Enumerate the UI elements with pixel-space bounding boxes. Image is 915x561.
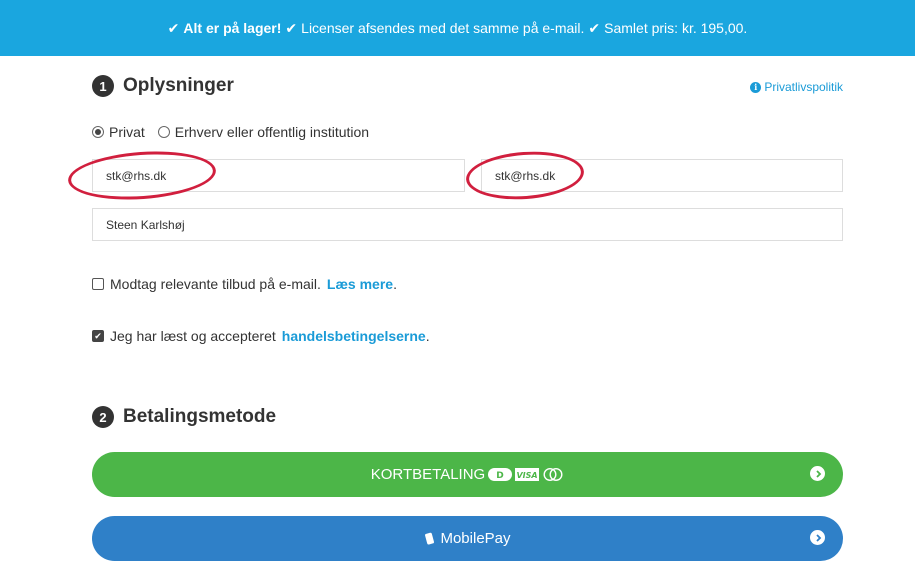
name-field-value: Steen Karlshøj — [106, 217, 185, 232]
check-icon: ✔ — [167, 19, 180, 36]
email-field-value: stk@rhs.dk — [106, 168, 167, 183]
radio-business[interactable] — [157, 126, 170, 138]
mobilepay-icon — [424, 532, 436, 545]
radio-private[interactable] — [92, 126, 104, 138]
mobilepay-button[interactable]: MobilePay — [92, 516, 843, 561]
mobilepay-label: MobilePay — [440, 530, 511, 547]
section-payment-title: Betalingsmetode — [123, 406, 277, 427]
email-confirm-field-value: stk@rhs.dk — [495, 168, 556, 183]
newsletter-checkbox[interactable] — [92, 278, 104, 290]
name-field[interactable]: Steen Karlshøj — [92, 208, 843, 241]
terms-checkbox[interactable]: ✔ — [92, 330, 104, 342]
privacy-policy-link[interactable]: i Privatlivspolitik — [750, 80, 843, 94]
banner-stock-text: Alt er på lager! — [183, 20, 282, 36]
chevron-right-icon — [810, 466, 825, 481]
card-payment-label: KORTBETALING — [370, 466, 486, 483]
visa-icon: VISA — [515, 468, 540, 481]
step-number-badge: 2 — [92, 406, 114, 428]
radio-private-label[interactable]: Privat — [109, 124, 145, 140]
card-payment-button[interactable]: KORTBETALING D VISA — [92, 452, 843, 497]
terms-suffix: . — [425, 328, 430, 344]
newsletter-text: Modtag relevante tilbud på e-mail. — [110, 276, 321, 292]
privacy-policy-label: Privatlivspolitik — [764, 80, 843, 94]
customer-type-radio-group: Privat Erhverv eller offentlig instituti… — [92, 124, 377, 140]
newsletter-suffix: . — [393, 276, 397, 292]
radio-business-label[interactable]: Erhverv eller offentlig institution — [175, 124, 369, 140]
section-payment-heading: 2 Betalingsmetode — [92, 406, 276, 428]
mastercard-icon — [542, 468, 564, 481]
chevron-right-icon — [810, 530, 825, 545]
info-icon: i — [750, 81, 762, 93]
check-icon: ✔ — [285, 19, 298, 36]
banner-license-text: Licenser afsendes med det samme på e-mai… — [301, 20, 585, 36]
banner-price-text: Samlet pris: kr. 195,00. — [604, 20, 748, 36]
terms-text: Jeg har læst og accepteret — [110, 328, 276, 344]
section-info-title: Oplysninger — [123, 75, 234, 96]
terms-option: ✔ Jeg har læst og accepteret handelsbeti… — [92, 328, 430, 344]
svg-text:VISA: VISA — [517, 471, 538, 480]
email-field[interactable]: stk@rhs.dk — [92, 159, 465, 192]
check-icon: ✔ — [588, 19, 601, 36]
read-more-link[interactable]: Læs mere — [327, 276, 393, 292]
section-info-heading: 1 Oplysninger — [92, 75, 234, 97]
step-number-badge: 1 — [92, 75, 114, 97]
email-confirm-field[interactable]: stk@rhs.dk — [481, 159, 843, 192]
terms-link[interactable]: handelsbetingelserne — [282, 328, 426, 344]
stock-banner: ✔ Alt er på lager! ✔ Licenser afsendes m… — [0, 0, 915, 56]
newsletter-option: Modtag relevante tilbud på e-mail. Læs m… — [92, 276, 397, 292]
svg-text:D: D — [496, 471, 503, 481]
dankort-icon: D — [488, 468, 513, 481]
